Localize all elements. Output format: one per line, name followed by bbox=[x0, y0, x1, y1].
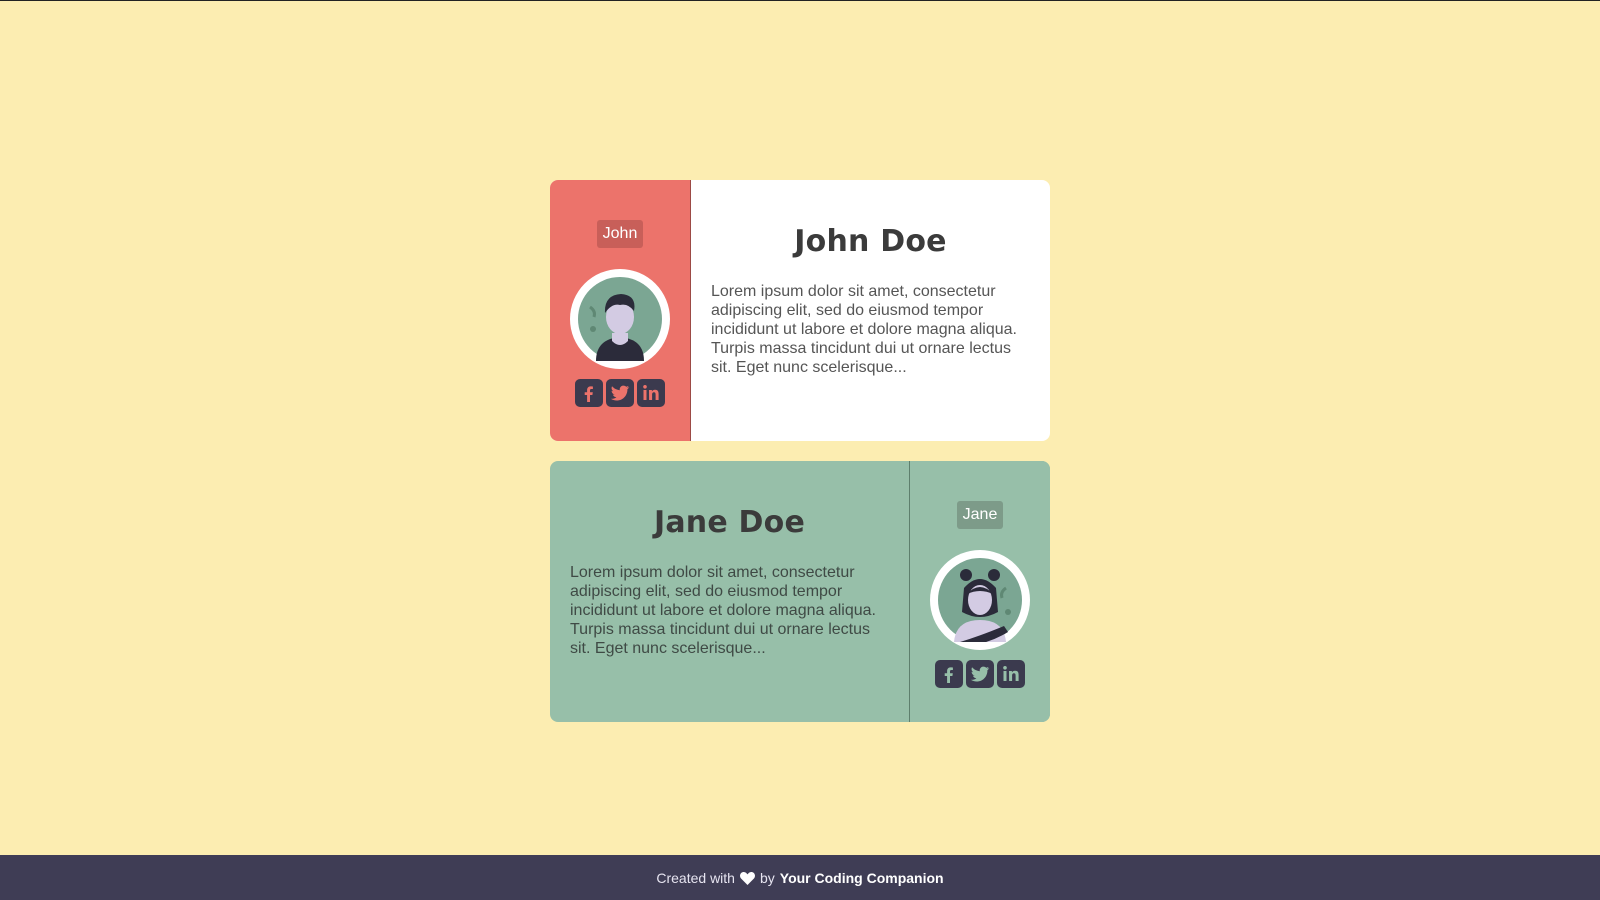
avatar bbox=[570, 269, 670, 369]
profile-bio: Lorem ipsum dolor sit amet, consectetur … bbox=[711, 283, 1017, 376]
female-avatar-icon bbox=[938, 558, 1022, 642]
profile-card-jane: Jane Doe Lorem ipsum dolor sit amet, con… bbox=[550, 461, 1050, 722]
profile-name: Jane Doe bbox=[653, 505, 805, 540]
first-name-tag: Jane bbox=[956, 501, 1004, 529]
footer-by: by bbox=[759, 870, 775, 886]
heart-icon bbox=[739, 871, 755, 885]
twitter-icon[interactable] bbox=[606, 379, 634, 407]
card-content: John Doe Lorem ipsum dolor sit amet, con… bbox=[691, 180, 1050, 441]
profile-bio: Lorem ipsum dolor sit amet, consectetur … bbox=[570, 564, 876, 657]
profile-card-john: John John Doe Lorem ipsum dolor sit amet… bbox=[550, 180, 1050, 441]
facebook-icon[interactable] bbox=[935, 660, 963, 688]
social-links bbox=[575, 379, 665, 407]
social-links bbox=[935, 660, 1025, 688]
profile-name: John Doe bbox=[794, 224, 947, 259]
footer-brand-link[interactable]: Your Coding Companion bbox=[780, 870, 944, 886]
card-side-panel: John bbox=[550, 180, 691, 441]
card-side-panel: Jane bbox=[909, 461, 1050, 722]
footer-created-with: Created with bbox=[656, 870, 735, 886]
linkedin-icon[interactable] bbox=[997, 660, 1025, 688]
card-content: Jane Doe Lorem ipsum dolor sit amet, con… bbox=[550, 461, 909, 722]
twitter-icon[interactable] bbox=[966, 660, 994, 688]
avatar bbox=[930, 550, 1030, 650]
first-name-tag: John bbox=[596, 220, 644, 248]
linkedin-icon[interactable] bbox=[637, 379, 665, 407]
facebook-icon[interactable] bbox=[575, 379, 603, 407]
footer: Created with by Your Coding Companion bbox=[0, 855, 1600, 900]
male-avatar-icon bbox=[578, 277, 662, 361]
